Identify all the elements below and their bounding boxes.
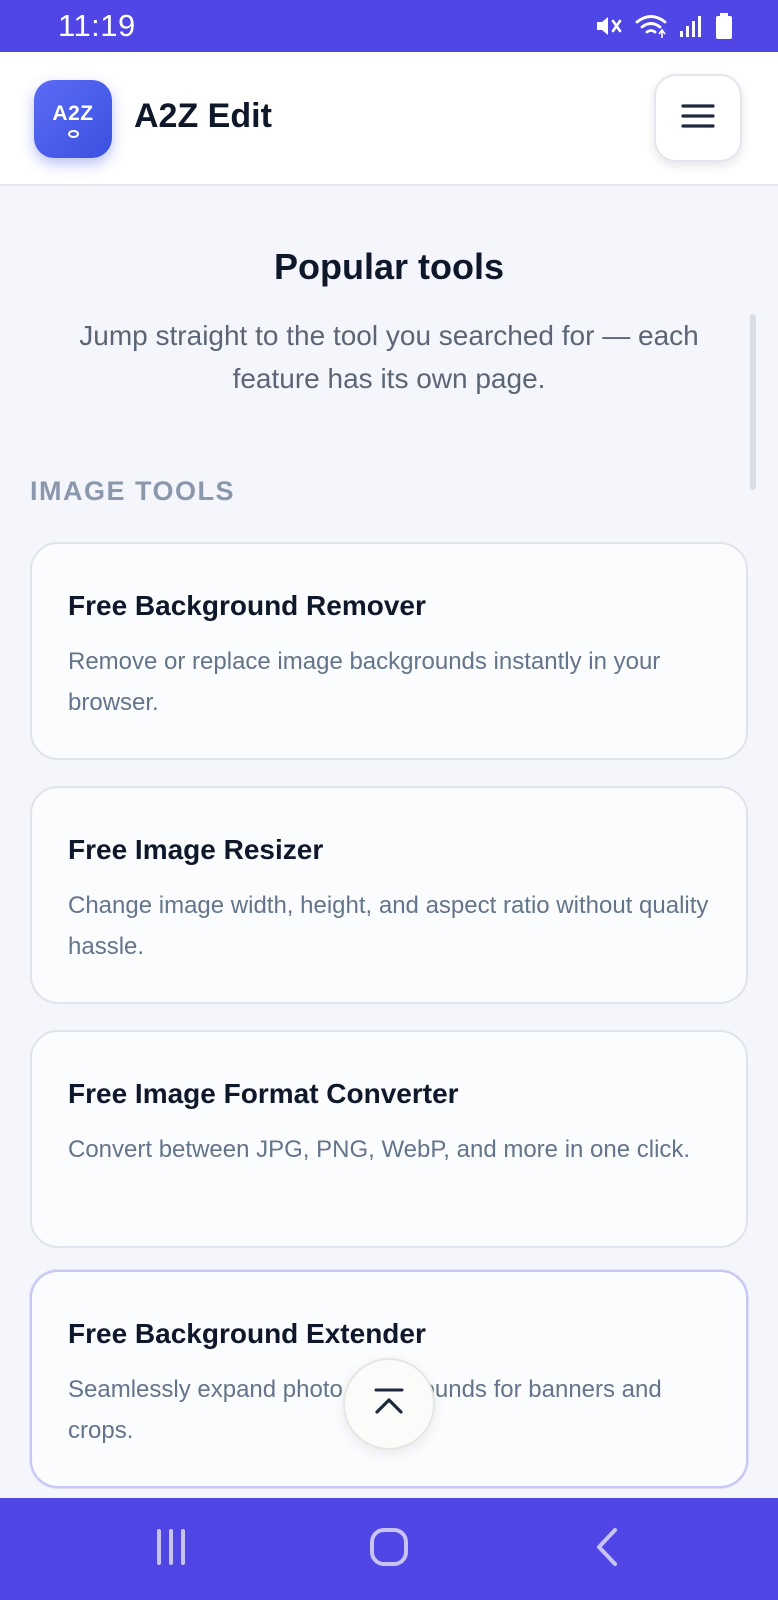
tool-description: Change image width, height, and aspect r… xyxy=(68,892,709,960)
signal-icon xyxy=(678,13,704,39)
chevron-up-icon xyxy=(372,1387,406,1422)
mute-icon xyxy=(594,13,624,39)
tool-name: Free Background Remover xyxy=(68,590,426,621)
tool-description: Convert between JPG, PNG, WebP, and more… xyxy=(68,1136,691,1163)
battery-icon xyxy=(714,12,734,40)
status-time: 11:19 xyxy=(58,8,136,43)
hamburger-menu-icon xyxy=(681,103,715,134)
recent-apps-button[interactable] xyxy=(131,1498,211,1600)
page-subtitle: Jump straight to the tool you searched f… xyxy=(79,320,699,394)
tool-name: Free Image Resizer xyxy=(68,834,324,865)
back-icon xyxy=(591,1526,623,1573)
back-button[interactable] xyxy=(567,1498,647,1600)
tool-name: Free Background Extender xyxy=(68,1318,426,1349)
back-to-top-button[interactable] xyxy=(343,1358,435,1450)
tool-card-image-resizer[interactable]: Free Image Resizer Change image width, h… xyxy=(30,786,748,1004)
tool-card-image-format-converter[interactable]: Free Image Format Converter Convert betw… xyxy=(30,1030,748,1248)
status-bar: 11:19 xyxy=(0,0,778,52)
home-icon xyxy=(368,1526,410,1573)
group-label-image-tools: IMAGE TOOLS xyxy=(30,476,236,506)
tool-description: Remove or replace image backgrounds inst… xyxy=(68,648,661,716)
menu-button[interactable] xyxy=(654,74,742,162)
scrollbar-thumb[interactable] xyxy=(750,314,756,490)
tool-name: Free Image Format Converter xyxy=(68,1078,459,1109)
recent-apps-icon xyxy=(151,1527,191,1572)
logo-text: A2Z xyxy=(52,102,94,125)
app-header: A2Z A2Z Edit xyxy=(0,52,778,186)
main-content: Popular tools Jump straight to the tool … xyxy=(0,186,778,1498)
page-title: Popular tools xyxy=(273,246,504,287)
system-nav-bar xyxy=(0,1498,778,1600)
tool-card-background-remover[interactable]: Free Background Remover Remove or replac… xyxy=(30,542,748,760)
app-title[interactable]: A2Z Edit xyxy=(134,97,272,136)
logo-dot xyxy=(68,130,79,138)
app-logo[interactable]: A2Z xyxy=(34,80,112,158)
home-button[interactable] xyxy=(349,1498,429,1600)
status-icons xyxy=(594,12,734,40)
wifi-icon xyxy=(634,13,668,39)
